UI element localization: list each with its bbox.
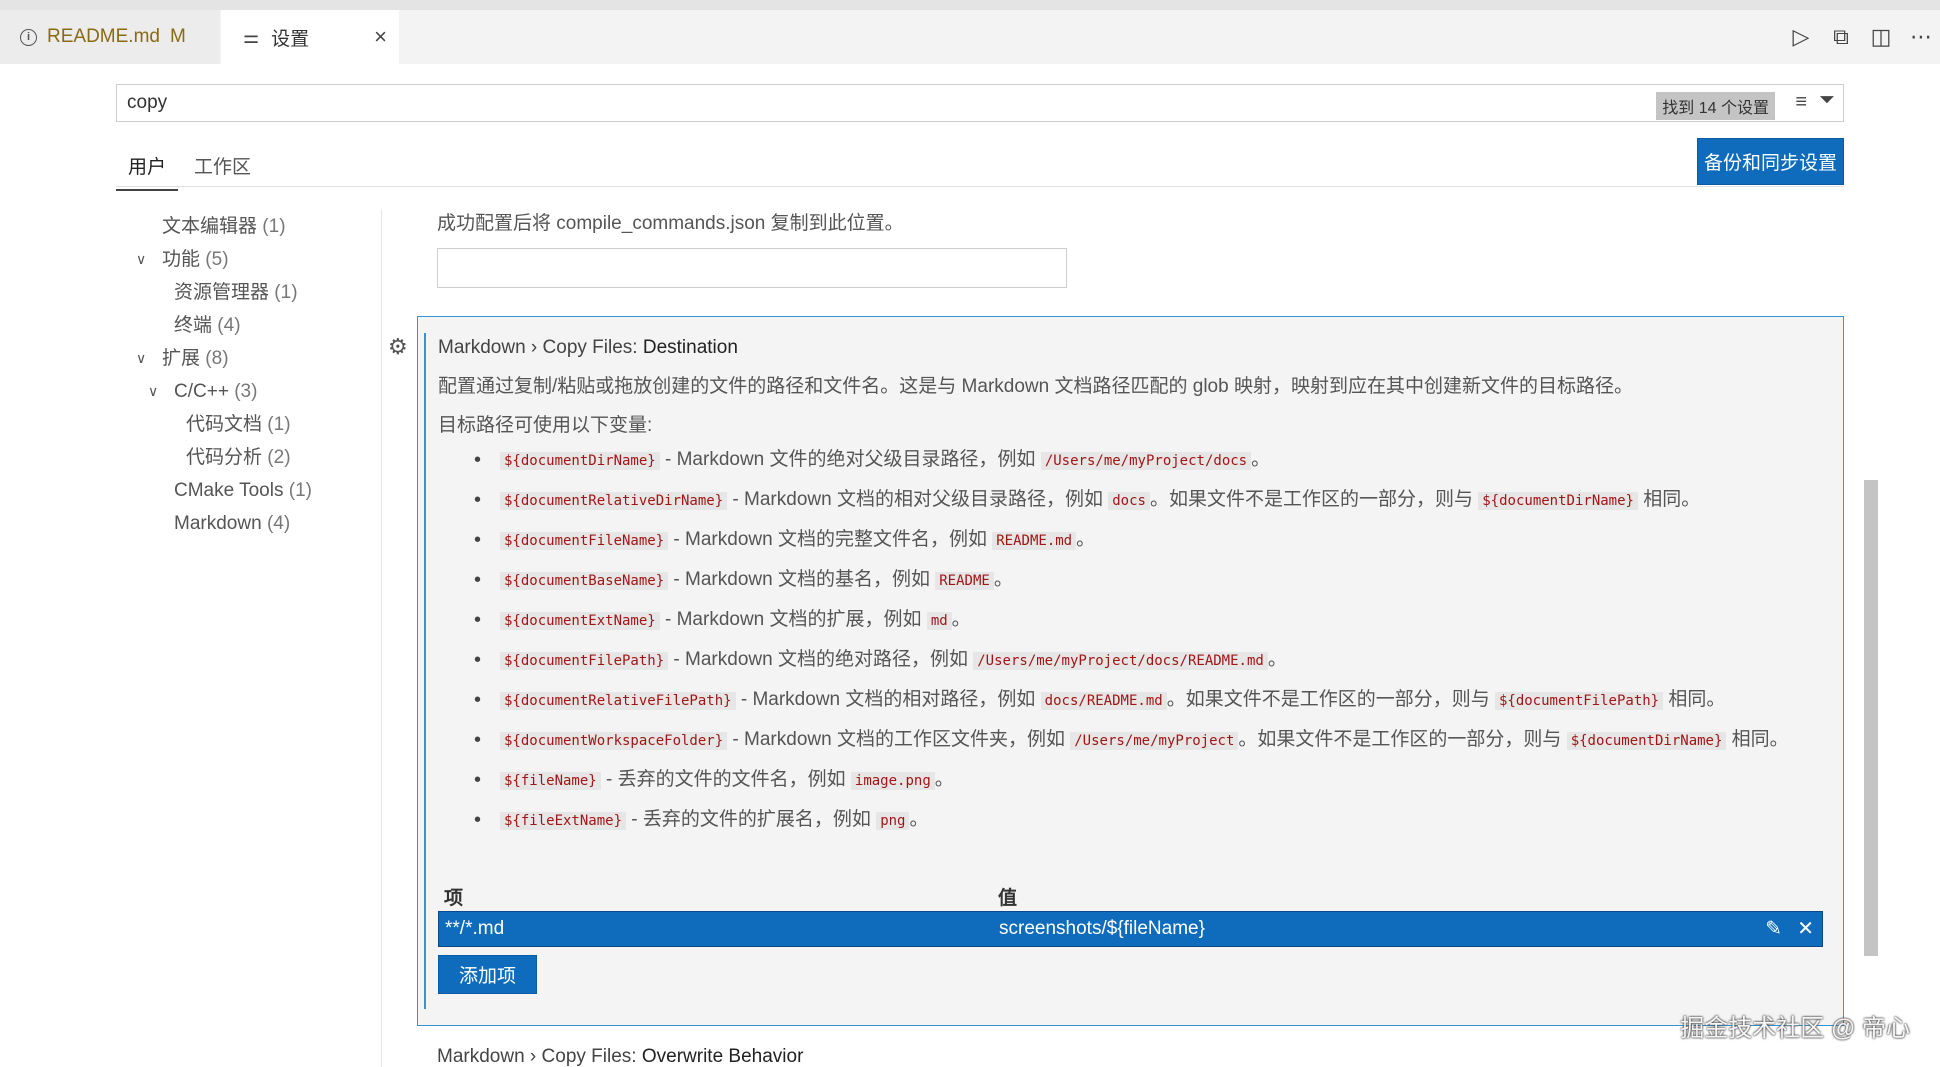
setting-markdown-copy-files-destination: Markdown › Copy Files: Destination 配置通过复… — [417, 316, 1844, 1026]
search-result-count: 找到 14 个设置 — [1656, 92, 1775, 120]
table-header: 项 值 — [438, 879, 1823, 911]
row-item: **/*.md — [445, 918, 505, 939]
toc-item-cpp[interactable]: ∨ C/C++ (3) — [130, 375, 380, 408]
settings-toc: 文本编辑器 (1) ∨ 功能 (5) 资源管理器 (1) 终端 (4) ∨ 扩展… — [130, 210, 380, 540]
settings-scope-tabs: 用户 工作区 — [116, 146, 263, 191]
list-item: ${documentWorkspaceFolder} - Markdown 文档… — [438, 727, 1808, 754]
chevron-down-icon: ∨ — [136, 251, 147, 267]
list-item: ${fileExtName} - 丢弃的文件的扩展名，例如 png。 — [438, 807, 1808, 834]
open-json-icon[interactable]: ⧉ — [1832, 24, 1850, 50]
chevron-down-icon: ∨ — [136, 350, 147, 366]
table-row[interactable]: **/*.md screenshots/${fileName} ✎ ✕ — [438, 911, 1823, 947]
settings-sliders-icon: ⚌ — [243, 26, 260, 47]
run-icon[interactable]: ▷ — [1792, 24, 1810, 50]
list-item: ${documentRelativeDirName} - Markdown 文档… — [438, 487, 1808, 514]
toc-item-text-editor[interactable]: 文本编辑器 (1) — [130, 210, 380, 243]
gear-icon[interactable]: ⚙ — [388, 334, 408, 360]
row-value: screenshots/${fileName} — [999, 918, 1205, 939]
toc-item-features[interactable]: ∨ 功能 (5) — [130, 243, 380, 276]
setting-description: 成功配置后将 compile_commands.json 复制到此位置。 — [437, 213, 904, 234]
column-header-item: 项 — [444, 888, 464, 909]
toc-item-code-analysis[interactable]: 代码分析 (2) — [130, 441, 380, 474]
tab-readme-label: README.md — [47, 26, 160, 47]
setting-title: Markdown › Copy Files: Overwrite Behavio… — [437, 1046, 804, 1067]
list-item: ${fileName} - 丢弃的文件的文件名，例如 image.png。 — [438, 767, 1808, 794]
toc-item-terminal[interactable]: 终端 (4) — [130, 309, 380, 342]
tab-readme[interactable]: i README.md M — [0, 10, 220, 64]
list-item: ${documentBaseName} - Markdown 文档的基名，例如 … — [438, 567, 1808, 594]
list-item: ${documentRelativeFilePath} - Markdown 文… — [438, 687, 1808, 714]
tab-settings-label: 设置 — [271, 28, 310, 50]
list-item: ${documentFileName} - Markdown 文档的完整文件名，… — [438, 527, 1808, 554]
variables-list: ${documentDirName} - Markdown 文件的绝对父级目录路… — [438, 447, 1808, 847]
filter-icon[interactable]: ⏷ — [1819, 89, 1835, 112]
setting-text-input[interactable] — [437, 248, 1067, 288]
add-item-button[interactable]: 添加项 — [438, 955, 538, 994]
scrollbar[interactable] — [1864, 480, 1878, 956]
chevron-down-icon: ∨ — [148, 383, 159, 399]
setting-title: Markdown › Copy Files: Destination — [438, 337, 738, 358]
list-item: ${documentDirName} - Markdown 文件的绝对父级目录路… — [438, 447, 1808, 474]
watermark: 掘金技术社区 @ 帝心 — [1680, 1015, 1910, 1042]
backup-sync-button[interactable]: 备份和同步设置 — [1696, 138, 1844, 185]
remove-icon[interactable]: ✕ — [1797, 916, 1814, 941]
clear-filter-icon[interactable]: ≡ — [1795, 91, 1807, 114]
close-icon[interactable]: × — [374, 24, 387, 50]
modified-badge: M — [169, 26, 186, 47]
editor-tab-bar: i README.md M ⚌ 设置 × ▷ ⧉ ◫ ⋯ — [0, 0, 1940, 64]
variables-intro: 目标路径可使用以下变量: — [438, 415, 653, 436]
tab-settings[interactable]: ⚌ 设置 × — [221, 10, 399, 64]
split-editor-icon[interactable]: ◫ — [1871, 24, 1892, 50]
toc-item-markdown[interactable]: Markdown (4) — [130, 507, 380, 540]
column-header-value: 值 — [998, 888, 1018, 909]
setting-description: 配置通过复制/粘贴或拖放创建的文件的路径和文件名。这是与 Markdown 文档… — [438, 376, 1633, 397]
settings-search-input[interactable] — [117, 85, 1517, 121]
settings-search-box: 找到 14 个设置 ≡ ⏷ — [116, 84, 1844, 122]
list-item: ${documentExtName} - Markdown 文档的扩展，例如 m… — [438, 607, 1808, 634]
toc-item-code-docs[interactable]: 代码文档 (1) — [130, 408, 380, 441]
divider — [116, 186, 1844, 187]
toc-item-extensions[interactable]: ∨ 扩展 (8) — [130, 342, 380, 375]
editor-actions: ▷ ⧉ ◫ ⋯ — [1792, 24, 1940, 50]
list-item: ${documentFilePath} - Markdown 文档的绝对路径，例… — [438, 647, 1808, 674]
tab-user[interactable]: 用户 — [116, 146, 179, 191]
tab-workspace[interactable]: 工作区 — [178, 146, 263, 191]
toc-divider — [381, 210, 382, 1067]
more-actions-icon[interactable]: ⋯ — [1910, 24, 1932, 50]
focus-indicator — [424, 333, 426, 1009]
toc-item-cmake-tools[interactable]: CMake Tools (1) — [130, 474, 380, 507]
edit-icon[interactable]: ✎ — [1765, 916, 1782, 941]
toc-item-explorer[interactable]: 资源管理器 (1) — [130, 276, 380, 309]
info-icon: i — [20, 28, 37, 46]
